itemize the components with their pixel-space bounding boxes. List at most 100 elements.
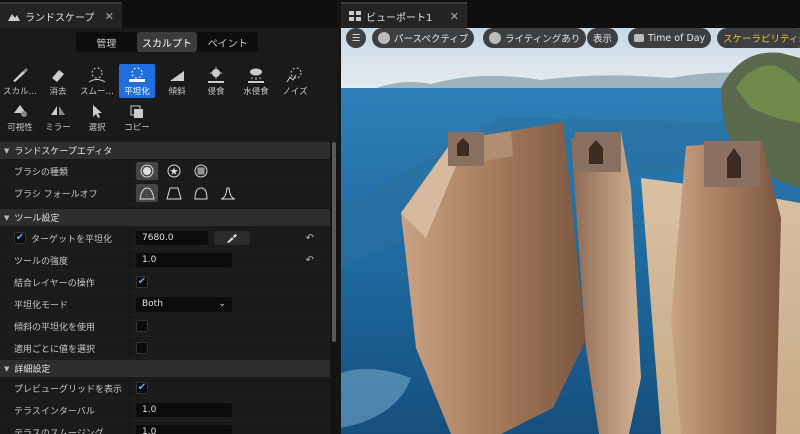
row-preview-grid: プレビューグリッドを表示 ✔ <box>0 378 330 399</box>
falloff-tip-icon <box>220 187 236 200</box>
section-landscape-editor[interactable]: ▼ ランドスケープエディタ <box>0 142 330 159</box>
section-advanced[interactable]: ▼ 詳細設定 <box>0 360 330 377</box>
tool-flatten-button[interactable]: 平坦化 <box>119 64 155 98</box>
row-flatten-target: ✔ ターゲットを平坦化 7680.0 ↶ <box>0 228 330 249</box>
erase-icon <box>52 70 64 82</box>
mode-switcher: 管理 スカルプト ペイント <box>76 32 258 52</box>
flatten-icon <box>129 67 145 82</box>
landscape-render <box>341 28 800 434</box>
terrace-interval-input[interactable]: 1.0 <box>136 403 232 417</box>
lighting-button[interactable]: ライティングあり <box>483 28 587 48</box>
collapse-arrow-icon: ▼ <box>4 213 10 222</box>
sun-horizon-icon <box>634 34 644 42</box>
hamburger-icon: ☰ <box>351 32 361 44</box>
flatten-mode-select[interactable]: Both ⌄ <box>136 296 232 312</box>
brush-alpha-icon <box>167 164 181 178</box>
tool-hydro-erosion-button[interactable]: 水侵食 <box>238 64 274 98</box>
tool-strength-input[interactable]: 1.0 <box>136 253 232 267</box>
row-combined-layer: 結合レイヤーの操作 ✔ <box>0 272 330 293</box>
combined-layer-checkbox[interactable]: ✔ <box>136 276 148 288</box>
tool-sculpt-button[interactable]: スカル… <box>2 64 38 98</box>
tool-visibility-button[interactable]: 可視性 <box>2 100 38 134</box>
viewport-panel: ビューポート1 ✕ ☰ パースペクティブ ライティングあり 表示 Time of… <box>341 0 800 434</box>
flatten-target-input[interactable]: 7680.0 <box>136 231 208 245</box>
falloff-smooth-icon <box>139 187 155 200</box>
flatten-target-checkbox[interactable]: ✔ <box>14 232 26 244</box>
show-button[interactable]: 表示 <box>587 28 619 48</box>
eyedropper-button[interactable] <box>214 231 250 245</box>
row-terrace-interval: テラスインターバル 1.0 <box>0 400 330 421</box>
tool-erosion-button[interactable]: 侵食 <box>198 64 234 98</box>
sculpt-icon <box>13 68 28 82</box>
mode-paint-tab[interactable]: ペイント <box>197 32 258 52</box>
falloff-tip-button[interactable] <box>217 184 239 202</box>
row-use-slope: 傾斜の平坦化を使用 <box>0 316 330 337</box>
select-icon <box>93 105 102 118</box>
close-icon[interactable]: ✕ <box>450 10 459 23</box>
scrollbar-thumb[interactable] <box>332 142 336 342</box>
tool-smooth-button[interactable]: スムー… <box>79 64 115 98</box>
viewport-tab[interactable]: ビューポート1 ✕ <box>341 2 467 28</box>
row-tool-strength: ツールの強度 1.0 ↶ <box>0 250 330 271</box>
collapse-arrow-icon: ▼ <box>4 146 10 155</box>
row-pick-value: 適用ごとに値を選択 <box>0 338 330 359</box>
tool-mirror-button[interactable]: ミラー <box>40 100 76 134</box>
brush-pattern-button[interactable] <box>190 162 212 180</box>
falloff-linear-icon <box>166 187 182 200</box>
time-of-day-button[interactable]: Time of Day <box>628 28 712 48</box>
hydro-erosion-icon <box>248 68 264 83</box>
noise-icon <box>286 67 302 83</box>
row-brush-falloff: ブラシ フォールオフ <box>0 183 330 204</box>
preview-grid-checkbox[interactable]: ✔ <box>136 382 148 394</box>
row-terrace-smoothing: テラスのスムージング 1.0 <box>0 422 330 434</box>
details-scrollbar[interactable] <box>330 142 338 434</box>
cube-icon <box>378 32 390 44</box>
collapse-arrow-icon: ▼ <box>4 364 10 373</box>
tool-select-button[interactable]: 選択 <box>79 100 115 134</box>
smooth-icon <box>88 67 106 83</box>
sphere-icon <box>489 32 501 44</box>
landscape-panel: ランドスケープ ✕ 管理 スカルプト ペイント スカル… 消去 スムー… 平坦化… <box>0 0 338 434</box>
tool-erase-button[interactable]: 消去 <box>40 64 76 98</box>
landscape-tab-title: ランドスケープ <box>25 12 95 24</box>
viewport-tab-title: ビューポート1 <box>366 12 433 24</box>
ramp-icon <box>170 71 184 81</box>
tool-copy-button[interactable]: コピー <box>119 100 155 134</box>
viewport-grid-icon <box>349 11 361 21</box>
left-tab-bar: ランドスケープ ✕ <box>0 0 338 28</box>
mode-manage-tab[interactable]: 管理 <box>76 32 137 52</box>
section-tool-settings[interactable]: ▼ ツール設定 <box>0 209 330 226</box>
pick-value-checkbox[interactable] <box>136 342 148 354</box>
falloff-smooth-button[interactable] <box>136 184 158 202</box>
mirror-icon <box>51 106 65 115</box>
tool-ramp-button[interactable]: 傾斜 <box>159 64 195 98</box>
rock-pillar-right <box>671 140 781 434</box>
brush-circle-button[interactable] <box>136 162 158 180</box>
tool-noise-button[interactable]: ノイズ <box>277 64 313 98</box>
viewport-scene[interactable]: ☰ パースペクティブ ライティングあり 表示 Time of Day スケーラビ… <box>341 28 800 434</box>
brush-alpha-button[interactable] <box>163 162 185 180</box>
reset-icon[interactable]: ↶ <box>306 255 314 266</box>
landscape-tab[interactable]: ランドスケープ ✕ <box>0 2 122 28</box>
scalability-button[interactable]: スケーラビリティ: <box>717 28 800 48</box>
viewport-menu-button[interactable]: ☰ <box>346 28 366 48</box>
row-brush-type: ブラシの種類 <box>0 161 330 182</box>
chevron-down-icon: ⌄ <box>218 299 226 309</box>
viewport-tab-bar: ビューポート1 ✕ <box>341 0 800 28</box>
erosion-icon <box>208 67 224 83</box>
eyedropper-icon <box>227 233 237 243</box>
falloff-linear-button[interactable] <box>163 184 185 202</box>
row-flatten-mode: 平坦化モード Both ⌄ <box>0 294 330 315</box>
use-slope-checkbox[interactable] <box>136 320 148 332</box>
reset-icon[interactable]: ↶ <box>306 233 314 244</box>
landscape-icon <box>8 14 20 21</box>
falloff-spherical-icon <box>194 187 208 200</box>
perspective-button[interactable]: パースペクティブ <box>372 28 475 48</box>
brush-circle-icon <box>140 164 154 178</box>
terrace-smoothing-input[interactable]: 1.0 <box>136 425 232 434</box>
falloff-spherical-button[interactable] <box>190 184 212 202</box>
brush-pattern-icon <box>194 164 208 178</box>
close-icon[interactable]: ✕ <box>105 10 114 23</box>
visibility-icon <box>14 105 27 117</box>
mode-sculpt-tab[interactable]: スカルプト <box>136 32 198 52</box>
